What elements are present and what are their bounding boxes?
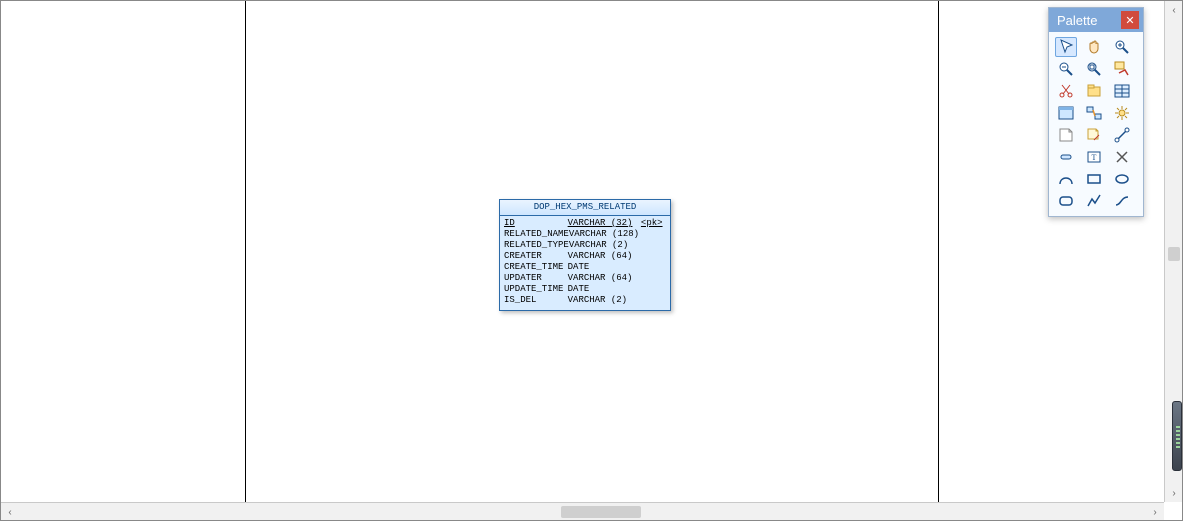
vscroll-thumb[interactable] bbox=[1168, 247, 1180, 261]
entity-columns: IDVARCHAR (32)<pk>RELATED_NAMEVARCHAR (1… bbox=[500, 216, 670, 310]
column-pk-marker bbox=[641, 229, 666, 240]
palette-row bbox=[1053, 168, 1139, 190]
column-name: CREATE_TIME bbox=[504, 262, 568, 273]
column-name: RELATED_TYPE bbox=[504, 240, 569, 251]
entity-column[interactable]: CREATE_TIMEDATE bbox=[504, 262, 666, 273]
palette-row bbox=[1053, 36, 1139, 58]
palette-body: T bbox=[1049, 32, 1143, 216]
column-name: IS_DEL bbox=[504, 295, 568, 306]
zoom-fit-icon[interactable] bbox=[1083, 59, 1105, 79]
page-edge-right bbox=[938, 1, 939, 502]
zoom-region-icon[interactable] bbox=[1111, 59, 1133, 79]
scroll-left-arrow-icon[interactable]: ‹ bbox=[1, 503, 19, 521]
pan-hand-icon[interactable] bbox=[1083, 37, 1105, 57]
horizontal-scrollbar[interactable]: ‹ › bbox=[1, 502, 1164, 520]
close-icon[interactable]: ✕ bbox=[1121, 11, 1139, 29]
column-type: VARCHAR (64) bbox=[568, 273, 641, 284]
column-pk-marker bbox=[641, 240, 666, 251]
column-pk-marker bbox=[641, 251, 666, 262]
entity-column[interactable]: IS_DELVARCHAR (2) bbox=[504, 295, 666, 306]
zoom-out-icon[interactable] bbox=[1055, 59, 1077, 79]
entity-column[interactable]: UPDATERVARCHAR (64) bbox=[504, 273, 666, 284]
text-box-icon[interactable]: T bbox=[1083, 147, 1105, 167]
note-icon[interactable] bbox=[1055, 125, 1077, 145]
app-window: DOP_HEX_PMS_RELATED IDVARCHAR (32)<pk>RE… bbox=[0, 0, 1183, 521]
column-name: UPDATER bbox=[504, 273, 568, 284]
palette-row bbox=[1053, 124, 1139, 146]
ellipse-icon[interactable] bbox=[1111, 169, 1133, 189]
link-note-icon[interactable] bbox=[1083, 125, 1105, 145]
column-type: DATE bbox=[568, 284, 641, 295]
hscroll-thumb[interactable] bbox=[561, 506, 641, 518]
curve-icon[interactable] bbox=[1111, 191, 1133, 211]
package-icon[interactable] bbox=[1083, 81, 1105, 101]
palette-window[interactable]: Palette ✕ T bbox=[1048, 7, 1144, 217]
column-pk-marker bbox=[641, 284, 666, 295]
polyline-icon[interactable] bbox=[1083, 191, 1105, 211]
column-type: VARCHAR (64) bbox=[568, 251, 641, 262]
palette-title: Palette bbox=[1057, 13, 1121, 28]
column-pk-marker bbox=[641, 273, 666, 284]
column-name: ID bbox=[504, 218, 568, 229]
column-pk-marker: <pk> bbox=[641, 218, 666, 229]
entity-column[interactable]: RELATED_NAMEVARCHAR (128) bbox=[504, 229, 666, 240]
entity-column[interactable]: IDVARCHAR (32)<pk> bbox=[504, 218, 666, 229]
cut-icon[interactable] bbox=[1055, 81, 1077, 101]
palette-row bbox=[1053, 58, 1139, 80]
column-type: VARCHAR (128) bbox=[569, 229, 641, 240]
palette-row bbox=[1053, 80, 1139, 102]
select-cursor-icon[interactable] bbox=[1055, 37, 1077, 57]
column-pk-marker bbox=[641, 262, 666, 273]
rectangle-icon[interactable] bbox=[1083, 169, 1105, 189]
column-name: RELATED_NAME bbox=[504, 229, 569, 240]
entity-title: DOP_HEX_PMS_RELATED bbox=[500, 200, 670, 216]
entity-column[interactable]: UPDATE_TIMEDATE bbox=[504, 284, 666, 295]
scroll-up-arrow-icon[interactable]: ‹ bbox=[1165, 1, 1183, 19]
palette-row bbox=[1053, 102, 1139, 124]
column-type: VARCHAR (2) bbox=[569, 240, 641, 251]
splitter-handle[interactable] bbox=[1172, 401, 1182, 471]
delete-tool-icon[interactable] bbox=[1111, 147, 1133, 167]
entity-table[interactable]: DOP_HEX_PMS_RELATED IDVARCHAR (32)<pk>RE… bbox=[499, 199, 671, 311]
column-name: CREATER bbox=[504, 251, 568, 262]
scroll-right-arrow-icon[interactable]: › bbox=[1146, 503, 1164, 521]
diagram-canvas[interactable]: DOP_HEX_PMS_RELATED IDVARCHAR (32)<pk>RE… bbox=[1, 1, 1164, 502]
zoom-in-icon[interactable] bbox=[1111, 37, 1133, 57]
entity-icon[interactable] bbox=[1055, 103, 1077, 123]
column-tool-icon[interactable] bbox=[1055, 147, 1077, 167]
entity-column[interactable]: CREATERVARCHAR (64) bbox=[504, 251, 666, 262]
rounded-rect-icon[interactable] bbox=[1055, 191, 1077, 211]
dependency-icon[interactable] bbox=[1083, 103, 1105, 123]
page-edge-left bbox=[245, 1, 246, 502]
column-type: VARCHAR (2) bbox=[568, 295, 641, 306]
scroll-down-arrow-icon[interactable]: › bbox=[1165, 484, 1183, 502]
settings-icon[interactable] bbox=[1111, 103, 1133, 123]
table-entity-icon[interactable] bbox=[1111, 81, 1133, 101]
column-type: DATE bbox=[568, 262, 641, 273]
line-arc-icon[interactable] bbox=[1055, 169, 1077, 189]
column-pk-marker bbox=[641, 295, 666, 306]
column-name: UPDATE_TIME bbox=[504, 284, 568, 295]
column-type: VARCHAR (32) bbox=[568, 218, 641, 229]
palette-header[interactable]: Palette ✕ bbox=[1049, 8, 1143, 32]
entity-column[interactable]: RELATED_TYPEVARCHAR (2) bbox=[504, 240, 666, 251]
attach-link-icon[interactable] bbox=[1111, 125, 1133, 145]
palette-row: T bbox=[1053, 146, 1139, 168]
svg-text:T: T bbox=[1092, 153, 1097, 162]
palette-row bbox=[1053, 190, 1139, 212]
